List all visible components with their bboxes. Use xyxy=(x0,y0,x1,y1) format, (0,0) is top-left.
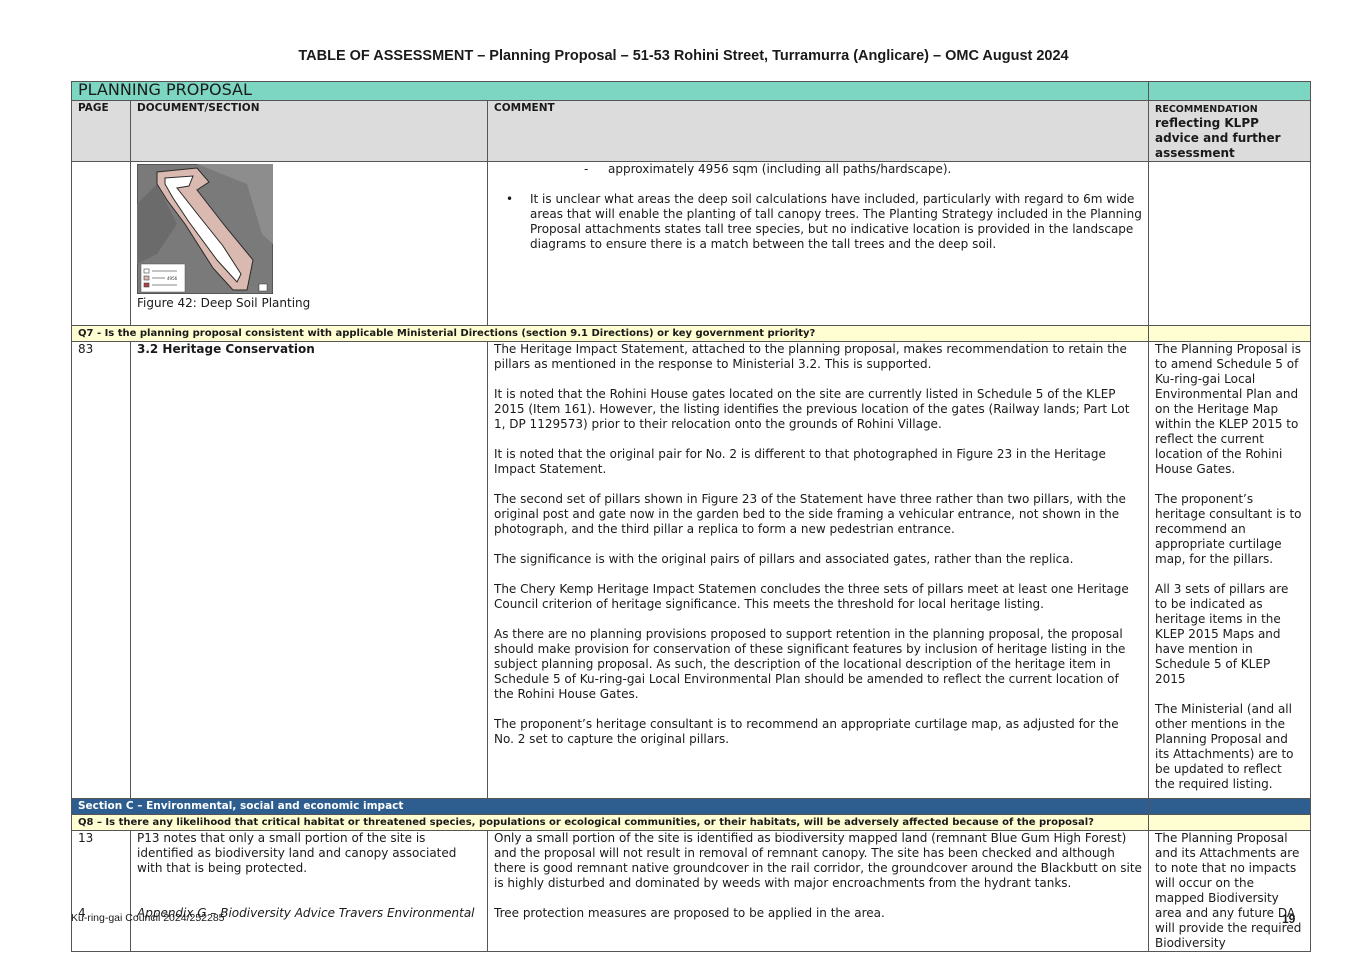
cell-recommendation-biodiversity: The Planning Proposal and its Attachment… xyxy=(1148,830,1312,952)
table-row-heritage: 83 3.2 Heritage Conservation The Heritag… xyxy=(71,341,1312,799)
header-row: PAGE DOCUMENT/SECTION COMMENT RECOMMENDA… xyxy=(71,100,1312,162)
figure-caption: Figure 42: Deep Soil Planting xyxy=(137,296,311,310)
figure-legend-value: 4956 xyxy=(167,276,178,281)
question-q8-right xyxy=(1148,814,1312,831)
bullet-text: It is unclear what areas the deep soil c… xyxy=(530,192,1142,251)
cell-recommendation-empty xyxy=(1148,161,1312,326)
deep-soil-map: 4956 xyxy=(136,163,274,295)
cell-page-empty xyxy=(71,161,131,326)
section-c-heading: Section C – Environmental, social and ec… xyxy=(70,798,1150,815)
header-page: PAGE xyxy=(71,100,131,162)
heritage-comment: The Heritage Impact Statement, attached … xyxy=(494,342,1127,371)
cell-doc-biodiversity: P13 notes that only a small portion of t… xyxy=(130,830,488,952)
heritage-recommendation: The Ministerial (and all other mentions … xyxy=(1155,702,1294,791)
banner-row: PLANNING PROPOSAL xyxy=(70,81,1312,101)
question-q7-right xyxy=(1148,325,1312,342)
heritage-comment: It is noted that the original pair for N… xyxy=(494,447,1106,476)
header-recommendation: RECOMMENDATION reflecting KLPP advice an… xyxy=(1148,100,1312,162)
bullet-marker: • xyxy=(506,192,514,206)
page-ref-13: 13 xyxy=(78,831,94,845)
cell-comment-deep-soil: - approximately 4956 sqm (including all … xyxy=(486,161,1150,326)
heritage-comment: The significance is with the original pa… xyxy=(494,552,1074,566)
doc-note-p13: P13 notes that only a small portion of t… xyxy=(137,831,457,875)
header-recommendation-sub: reflecting KLPP advice and further asses… xyxy=(1155,116,1281,160)
cell-recommendation-heritage: The Planning Proposal is to amend Schedu… xyxy=(1148,341,1312,799)
footer-reference: Ku-ring-gai Council 2024/252285 xyxy=(71,912,225,924)
section-c-right xyxy=(1148,798,1312,815)
cell-figure: 4956 Figure 42: Deep Soil Planting xyxy=(130,161,488,326)
heritage-comment: The Chery Kemp Heritage Impact Statemen … xyxy=(494,582,1129,611)
dash-marker: - xyxy=(584,162,589,176)
question-q7: Q7 - Is the planning proposal consistent… xyxy=(70,325,1150,342)
heritage-comment: The proponent’s heritage consultant is t… xyxy=(494,717,1119,746)
banner-title: PLANNING PROPOSAL xyxy=(70,81,1150,101)
question-q7-row: Q7 - Is the planning proposal consistent… xyxy=(70,325,1312,342)
question-q8: Q8 – Is there any likelihood that critic… xyxy=(70,814,1150,831)
biodiversity-comment: Tree protection measures are proposed to… xyxy=(494,906,885,920)
deep-soil-figure-image: 4956 xyxy=(136,163,274,295)
cell-section-heritage: 3.2 Heritage Conservation xyxy=(130,341,488,799)
bullet-item: • It is unclear what areas the deep soil… xyxy=(494,192,1142,252)
dash-item: - approximately 4956 sqm (including all … xyxy=(494,162,1142,177)
biodiversity-comment: Only a small portion of the site is iden… xyxy=(494,831,1142,890)
table-row-deep-soil: 4956 Figure 42: Deep Soil Planting - app… xyxy=(71,161,1312,326)
heritage-recommendation: All 3 sets of pillars are to be indicate… xyxy=(1155,582,1289,686)
header-document: DOCUMENT/SECTION xyxy=(130,100,488,162)
header-comment: COMMENT xyxy=(486,100,1150,162)
heritage-comment: The second set of pillars shown in Figur… xyxy=(494,492,1126,536)
cell-comment-heritage: The Heritage Impact Statement, attached … xyxy=(486,341,1150,799)
header-recommendation-label: RECOMMENDATION xyxy=(1155,104,1258,115)
heritage-comment: As there are no planning provisions prop… xyxy=(494,627,1126,701)
question-q8-row: Q8 – Is there any likelihood that critic… xyxy=(70,814,1312,831)
heritage-recommendation: The proponent’s heritage consultant is t… xyxy=(1155,492,1302,566)
section-heritage-title: 3.2 Heritage Conservation xyxy=(137,342,315,356)
table-row-biodiversity: 13 4 P13 notes that only a small portion… xyxy=(71,830,1312,952)
cell-comment-biodiversity: Only a small portion of the site is iden… xyxy=(486,830,1150,952)
cell-page-83: 83 xyxy=(71,341,131,799)
section-c-row: Section C – Environmental, social and ec… xyxy=(70,798,1312,815)
page-number: 19 xyxy=(1282,912,1296,926)
assessment-table: PLANNING PROPOSAL PAGE DOCUMENT/SECTION … xyxy=(70,81,1312,952)
dash-text: approximately 4956 sqm (including all pa… xyxy=(608,162,952,176)
heritage-recommendation: The Planning Proposal is to amend Schedu… xyxy=(1155,342,1301,476)
heritage-comment: It is noted that the Rohini House gates … xyxy=(494,387,1130,431)
document-title: TABLE OF ASSESSMENT – Planning Proposal … xyxy=(298,48,1069,64)
banner-right-cell xyxy=(1148,81,1312,101)
cell-pages-biodiversity: 13 4 xyxy=(71,830,131,952)
